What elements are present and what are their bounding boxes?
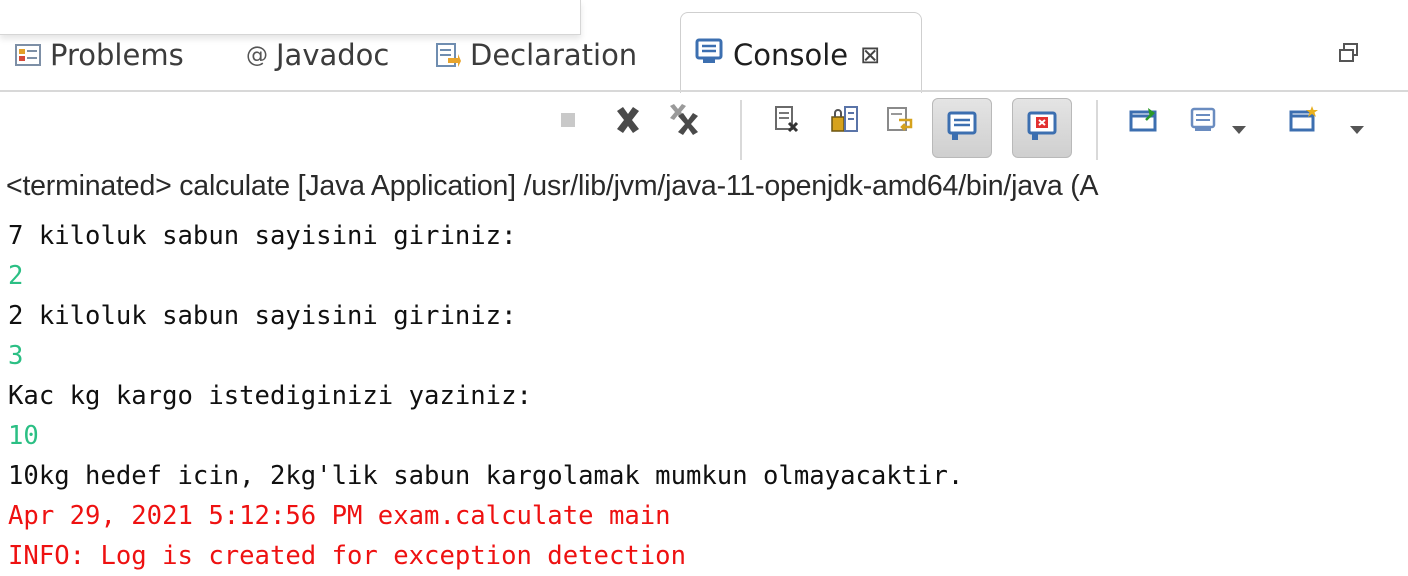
- word-wrap-button[interactable]: [880, 102, 920, 142]
- pin-console-button[interactable]: [1124, 102, 1164, 142]
- remove-all-terminated-button[interactable]: [664, 102, 704, 142]
- show-console-on-stderr-button[interactable]: [1012, 98, 1072, 158]
- console-icon: [695, 37, 723, 72]
- console-error-line: INFO: Log is created for exception detec…: [8, 541, 686, 571]
- close-icon[interactable]: ⊠: [860, 41, 880, 69]
- toolbar-separator: [1096, 100, 1098, 160]
- tab-console[interactable]: Console ⊠: [680, 12, 922, 93]
- tab-declaration[interactable]: Declaration: [434, 36, 637, 74]
- display-selected-console-icon: [1189, 105, 1219, 139]
- open-console-icon: [1288, 104, 1320, 140]
- console-input-line: 10: [8, 421, 39, 451]
- view-tab-bar: Problems @ Javadoc Declaration Console ⊠: [0, 0, 1408, 93]
- display-selected-console-button[interactable]: [1184, 102, 1224, 142]
- console-input-line: 3: [8, 341, 24, 371]
- remove-launch-button[interactable]: [608, 102, 648, 142]
- show-console-on-stdout-button[interactable]: [932, 98, 992, 158]
- word-wrap-icon: [885, 105, 915, 139]
- problems-icon: [14, 41, 42, 69]
- show-console-on-stdout-icon: [946, 110, 978, 146]
- chevron-down-icon[interactable]: [1232, 126, 1246, 134]
- console-error-line: Apr 29, 2021 5:12:56 PM exam.calculate m…: [8, 501, 671, 531]
- console-output-line: 10kg hedef icin, 2kg'lik sabun kargolama…: [8, 461, 964, 491]
- tab-console-label: Console: [733, 37, 849, 72]
- tab-problems-label: Problems: [50, 38, 184, 72]
- javadoc-icon: @: [246, 42, 268, 68]
- declaration-icon: [434, 41, 462, 69]
- toolbar-separator: [740, 100, 742, 160]
- clear-console-icon: [773, 105, 803, 139]
- restore-view-icon[interactable]: [1338, 42, 1360, 69]
- console-process-status: <terminated> calculate [Java Application…: [6, 170, 1099, 202]
- scroll-lock-icon: [829, 105, 859, 139]
- console-output-line: 2 kiloluk sabun sayisini giriniz:: [8, 301, 517, 331]
- remove-all-terminated-icon: [666, 102, 702, 142]
- console-output[interactable]: 7 kiloluk sabun sayisini giriniz: 2 2 kilo…: [8, 216, 1406, 576]
- clear-console-button[interactable]: [768, 102, 808, 142]
- terminate-icon: [557, 109, 579, 135]
- tab-declaration-label: Declaration: [470, 38, 638, 72]
- terminate-button[interactable]: [548, 102, 588, 142]
- scroll-lock-button[interactable]: [824, 102, 864, 142]
- remove-launch-icon: [611, 103, 645, 141]
- console-output-line: 7 kiloluk sabun sayisini giriniz:: [8, 221, 517, 251]
- console-toolbar: [0, 92, 1408, 166]
- tab-problems[interactable]: Problems: [14, 36, 184, 74]
- pin-console-icon: [1128, 104, 1160, 140]
- console-input-line: 2: [8, 261, 24, 291]
- tab-javadoc[interactable]: @ Javadoc: [246, 36, 389, 74]
- console-output-line: Kac kg kargo istediginizi yaziniz:: [8, 381, 532, 411]
- open-console-button[interactable]: [1284, 102, 1324, 142]
- chevron-down-icon[interactable]: [1350, 126, 1364, 134]
- tab-bar-notch: [0, 0, 581, 35]
- tab-javadoc-label: Javadoc: [276, 38, 390, 72]
- show-console-on-stderr-icon: [1026, 110, 1058, 146]
